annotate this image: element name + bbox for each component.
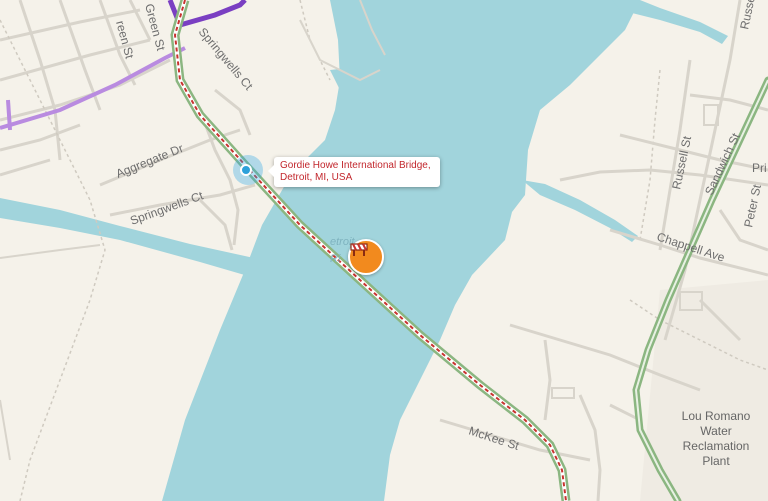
route-light-purple-vertical xyxy=(6,99,12,131)
location-pin-icon[interactable] xyxy=(240,164,252,176)
poi-label-line4: Plant xyxy=(702,454,730,468)
poi-label-line2: Water xyxy=(700,424,732,438)
map-view[interactable]: reen St Green St Springwells Ct Aggregat… xyxy=(0,0,768,501)
road-closure-marker[interactable] xyxy=(348,239,384,275)
poi-label-line3: Reclamation xyxy=(683,439,750,453)
road-closure-icon xyxy=(350,243,368,256)
callout-line1: Gordie Howe International Bridge, xyxy=(280,160,431,171)
map-canvas[interactable]: reen St Green St Springwells Ct Aggregat… xyxy=(0,0,768,501)
poi-label-line1: Lou Romano xyxy=(682,409,751,423)
location-callout[interactable]: Gordie Howe International Bridge, Detroi… xyxy=(268,157,440,187)
label-pri: Pri xyxy=(752,161,767,175)
label-water-2: Ri xyxy=(330,253,341,265)
callout-line2: Detroit, MI, USA xyxy=(280,172,353,183)
